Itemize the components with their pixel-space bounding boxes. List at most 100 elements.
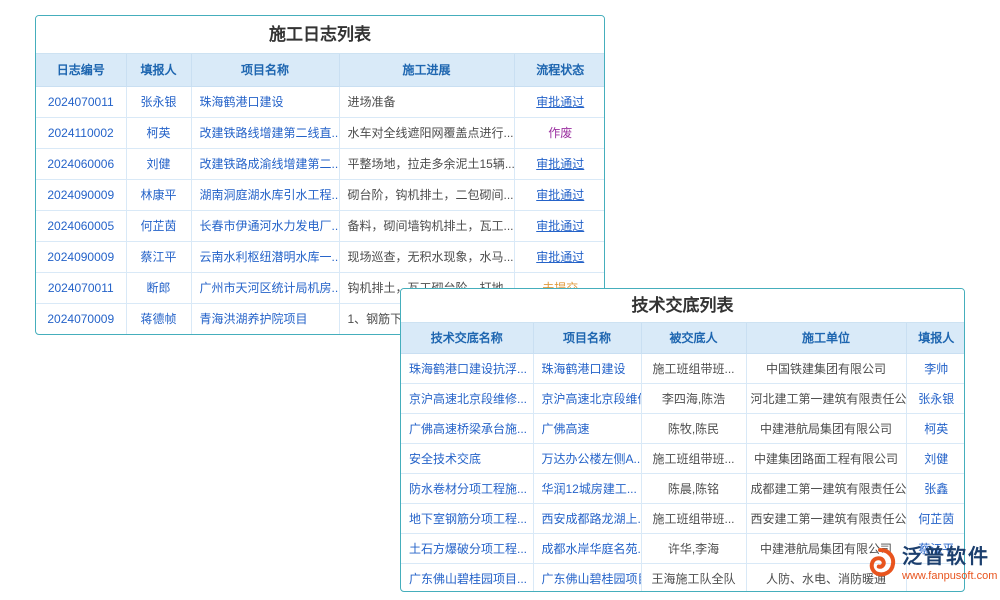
construction-log-title: 施工日志列表 bbox=[36, 16, 604, 54]
disclosure-table-row[interactable]: 京沪高速北京段维修...京沪高速北京段维修李四海,陈浩河北建工第一建筑有限责任公… bbox=[401, 383, 965, 413]
project-name-cell[interactable]: 西安成都路龙湖上... bbox=[533, 503, 641, 533]
tech-disclosure-title: 技术交底列表 bbox=[401, 289, 964, 323]
log-table-row[interactable]: 2024060006刘健改建铁路成渝线增建第二...平整场地，拉走多余泥土15辆… bbox=[36, 148, 605, 179]
construction-unit-cell: 中国铁建集团有限公司 bbox=[746, 353, 906, 383]
project-name-cell[interactable]: 改建铁路线增建第二线直... bbox=[191, 117, 339, 148]
status-link[interactable]: 审批通过 bbox=[536, 95, 584, 109]
disclosure-name-cell[interactable]: 广佛高速桥梁承台施... bbox=[401, 413, 533, 443]
log-table-row[interactable]: 2024110002柯英改建铁路线增建第二线直...水车对全线遮阳网覆盖点进行.… bbox=[36, 117, 605, 148]
project-name-cell[interactable]: 广佛高速 bbox=[533, 413, 641, 443]
project-name-cell[interactable]: 珠海鹤港口建设 bbox=[191, 86, 339, 117]
log-id-cell[interactable]: 2024070011 bbox=[36, 272, 126, 303]
log-id-cell[interactable]: 2024060005 bbox=[36, 210, 126, 241]
reporter-cell[interactable]: 何芷茵 bbox=[906, 503, 965, 533]
column-header: 项目名称 bbox=[533, 323, 641, 353]
reporter-cell[interactable]: 蒋德帧 bbox=[126, 303, 191, 334]
tech-disclosure-header: 技术交底名称项目名称被交底人施工单位填报人 bbox=[401, 323, 965, 353]
disclosure-table-row[interactable]: 地下室钢筋分项工程...西安成都路龙湖上...施工班组带班...西安建工第一建筑… bbox=[401, 503, 965, 533]
watermark-text: 泛普软件 www.fanpusoft.com bbox=[902, 545, 997, 583]
reporter-cell[interactable]: 李帅 bbox=[906, 353, 965, 383]
log-table-row[interactable]: 2024090009蔡江平云南水利枢纽潜明水库一...现场巡查，无积水现象，水马… bbox=[36, 241, 605, 272]
project-name-cell[interactable]: 广州市天河区统计局机房... bbox=[191, 272, 339, 303]
disclosure-name-cell[interactable]: 广东佛山碧桂园项目... bbox=[401, 563, 533, 592]
project-name-cell[interactable]: 云南水利枢纽潜明水库一... bbox=[191, 241, 339, 272]
disclosure-table-row[interactable]: 防水卷材分项工程施...华润12城房建工...陈晨,陈铭成都建工第一建筑有限责任… bbox=[401, 473, 965, 503]
recipient-cell: 施工班组带班... bbox=[641, 503, 746, 533]
construction-log-panel: 施工日志列表 日志编号填报人项目名称施工进展流程状态 2024070011张永银… bbox=[35, 15, 605, 335]
status-cell: 作废 bbox=[514, 117, 605, 148]
disclosure-table-row[interactable]: 安全技术交底万达办公楼左侧A...施工班组带班...中建集团路面工程有限公司刘健 bbox=[401, 443, 965, 473]
reporter-cell[interactable]: 断郎 bbox=[126, 272, 191, 303]
recipient-cell: 王海施工队全队 bbox=[641, 563, 746, 592]
log-table-row[interactable]: 2024060005何芷茵长春市伊通河水力发电厂...备料，砌间墙钩机排土，瓦工… bbox=[36, 210, 605, 241]
recipient-cell: 施工班组带班... bbox=[641, 443, 746, 473]
recipient-cell: 陈牧,陈民 bbox=[641, 413, 746, 443]
reporter-cell[interactable]: 刘健 bbox=[906, 443, 965, 473]
status-link[interactable]: 审批通过 bbox=[536, 188, 584, 202]
project-name-cell[interactable]: 改建铁路成渝线增建第二... bbox=[191, 148, 339, 179]
log-table-row[interactable]: 2024090009林康平湖南洞庭湖水库引水工程...砌台阶，钩机排土，二包砌间… bbox=[36, 179, 605, 210]
project-name-cell[interactable]: 广东佛山碧桂园项目 bbox=[533, 563, 641, 592]
status-cell: 审批通过 bbox=[514, 86, 605, 117]
reporter-cell[interactable]: 柯英 bbox=[126, 117, 191, 148]
project-name-cell[interactable]: 万达办公楼左侧A... bbox=[533, 443, 641, 473]
project-name-cell[interactable]: 长春市伊通河水力发电厂... bbox=[191, 210, 339, 241]
recipient-cell: 许华,李海 bbox=[641, 533, 746, 563]
status-cell: 审批通过 bbox=[514, 210, 605, 241]
column-header: 技术交底名称 bbox=[401, 323, 533, 353]
construction-unit-cell: 中建港航局集团有限公司 bbox=[746, 413, 906, 443]
reporter-cell[interactable]: 林康平 bbox=[126, 179, 191, 210]
status-cell: 审批通过 bbox=[514, 241, 605, 272]
reporter-cell[interactable]: 张鑫 bbox=[906, 473, 965, 503]
column-header: 施工单位 bbox=[746, 323, 906, 353]
construction-unit-cell: 河北建工第一建筑有限责任公司 bbox=[746, 383, 906, 413]
table-header-row: 技术交底名称项目名称被交底人施工单位填报人 bbox=[401, 323, 965, 353]
disclosure-name-cell[interactable]: 京沪高速北京段维修... bbox=[401, 383, 533, 413]
column-header: 施工进展 bbox=[339, 54, 514, 86]
project-name-cell[interactable]: 成都水岸华庭名苑... bbox=[533, 533, 641, 563]
log-id-cell[interactable]: 2024060006 bbox=[36, 148, 126, 179]
disclosure-table-row[interactable]: 广佛高速桥梁承台施...广佛高速陈牧,陈民中建港航局集团有限公司柯英 bbox=[401, 413, 965, 443]
column-header: 被交底人 bbox=[641, 323, 746, 353]
status-link[interactable]: 审批通过 bbox=[536, 157, 584, 171]
progress-cell: 备料，砌间墙钩机排土，瓦工... bbox=[339, 210, 514, 241]
log-table-row[interactable]: 2024070011张永银珠海鹤港口建设进场准备 审批通过 bbox=[36, 86, 605, 117]
fanpu-watermark: 泛普软件 www.fanpusoft.com bbox=[862, 545, 997, 583]
disclosure-name-cell[interactable]: 地下室钢筋分项工程... bbox=[401, 503, 533, 533]
project-name-cell[interactable]: 京沪高速北京段维修 bbox=[533, 383, 641, 413]
watermark-brand: 泛普软件 bbox=[902, 545, 997, 569]
recipient-cell: 陈晨,陈铭 bbox=[641, 473, 746, 503]
table-header-row: 日志编号填报人项目名称施工进展流程状态 bbox=[36, 54, 605, 86]
reporter-cell[interactable]: 张永银 bbox=[126, 86, 191, 117]
project-name-cell[interactable]: 湖南洞庭湖水库引水工程... bbox=[191, 179, 339, 210]
disclosure-name-cell[interactable]: 防水卷材分项工程施... bbox=[401, 473, 533, 503]
construction-log-header: 日志编号填报人项目名称施工进展流程状态 bbox=[36, 54, 605, 86]
progress-cell: 水车对全线遮阳网覆盖点进行... bbox=[339, 117, 514, 148]
disclosure-table-row[interactable]: 珠海鹤港口建设抗浮...珠海鹤港口建设施工班组带班...中国铁建集团有限公司李帅 bbox=[401, 353, 965, 383]
reporter-cell[interactable]: 蔡江平 bbox=[126, 241, 191, 272]
log-id-cell[interactable]: 2024070009 bbox=[36, 303, 126, 334]
status-link[interactable]: 审批通过 bbox=[536, 250, 584, 264]
column-header: 项目名称 bbox=[191, 54, 339, 86]
recipient-cell: 施工班组带班... bbox=[641, 353, 746, 383]
construction-unit-cell: 成都建工第一建筑有限责任公司 bbox=[746, 473, 906, 503]
reporter-cell[interactable]: 张永银 bbox=[906, 383, 965, 413]
reporter-cell[interactable]: 何芷茵 bbox=[126, 210, 191, 241]
log-id-cell[interactable]: 2024090009 bbox=[36, 241, 126, 272]
column-header: 填报人 bbox=[126, 54, 191, 86]
project-name-cell[interactable]: 珠海鹤港口建设 bbox=[533, 353, 641, 383]
disclosure-name-cell[interactable]: 珠海鹤港口建设抗浮... bbox=[401, 353, 533, 383]
watermark-url[interactable]: www.fanpusoft.com bbox=[902, 569, 997, 583]
status-link[interactable]: 作废 bbox=[548, 126, 572, 140]
project-name-cell[interactable]: 华润12城房建工... bbox=[533, 473, 641, 503]
disclosure-name-cell[interactable]: 土石方爆破分项工程... bbox=[401, 533, 533, 563]
log-id-cell[interactable]: 2024090009 bbox=[36, 179, 126, 210]
progress-cell: 进场准备 bbox=[339, 86, 514, 117]
reporter-cell[interactable]: 刘健 bbox=[126, 148, 191, 179]
status-link[interactable]: 审批通过 bbox=[536, 219, 584, 233]
reporter-cell[interactable]: 柯英 bbox=[906, 413, 965, 443]
log-id-cell[interactable]: 2024070011 bbox=[36, 86, 126, 117]
project-name-cell[interactable]: 青海洪湖养护院项目 bbox=[191, 303, 339, 334]
disclosure-name-cell[interactable]: 安全技术交底 bbox=[401, 443, 533, 473]
log-id-cell[interactable]: 2024110002 bbox=[36, 117, 126, 148]
